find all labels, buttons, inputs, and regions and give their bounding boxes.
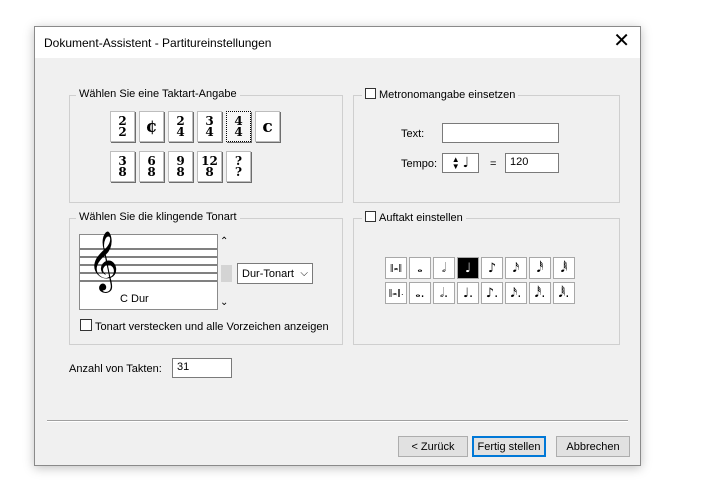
- pickup-checkbox-label: Auftakt einstellen: [379, 212, 463, 224]
- time-signature-fraction: 98: [176, 155, 185, 179]
- key-staff-preview: 𝄞 C Dur: [79, 231, 218, 310]
- separator: [47, 420, 628, 422]
- key-legend: Wählen Sie die klingende Tonart: [76, 211, 240, 223]
- metronome-legend[interactable]: Metronomangabe einsetzen: [362, 88, 519, 101]
- pickup-note-button[interactable]: 𝅝: [409, 257, 431, 279]
- hide-key-row[interactable]: Tonart verstecken und alle Vorzeichen an…: [80, 319, 329, 333]
- measures-input[interactable]: 31: [172, 358, 232, 378]
- time-signature-button[interactable]: 34: [197, 111, 222, 142]
- time-signature-button[interactable]: ??: [226, 151, 251, 182]
- time-signature-button[interactable]: 98: [168, 151, 193, 182]
- time-signature-denominator: 8: [205, 164, 214, 179]
- time-signature-denominator: 8: [118, 164, 127, 179]
- pickup-note-button[interactable]: 𝅘𝅥𝅯: [505, 257, 527, 279]
- title-bar: Dokument-Assistent - Partitureinstellung…: [35, 27, 640, 58]
- treble-clef-icon: 𝄞: [88, 231, 119, 291]
- time-signature-button[interactable]: 68: [139, 151, 164, 182]
- time-signature-fraction: 22: [118, 115, 127, 139]
- time-signature-button[interactable]: 38: [110, 151, 135, 182]
- time-signature-fraction: ??: [234, 155, 243, 179]
- key-scroll-up-icon[interactable]: ⌃: [220, 236, 228, 247]
- tempo-value-input[interactable]: 120: [505, 153, 559, 173]
- time-signature-legend: Wählen Sie eine Taktart-Angabe: [76, 88, 240, 100]
- tempo-label: Tempo:: [401, 158, 438, 170]
- close-icon[interactable]: ✕: [613, 31, 630, 51]
- key-scroll-thumb[interactable]: [221, 265, 232, 282]
- pickup-note-button[interactable]: ♩: [457, 257, 479, 279]
- time-signature-button[interactable]: ¢: [139, 111, 164, 142]
- equals-sign: =: [490, 158, 497, 170]
- pickup-legend[interactable]: Auftakt einstellen: [362, 211, 466, 224]
- time-signature-denominator: 4: [234, 124, 243, 139]
- chevron-down-icon: ⌵: [300, 268, 308, 279]
- updown-icon: ▲ ▼: [451, 155, 460, 171]
- pickup-note-button[interactable]: 𝅘𝅥𝅰.: [529, 282, 551, 304]
- time-signature-denominator: 4: [205, 124, 214, 139]
- pickup-note-button[interactable]: 𝅝.: [409, 282, 431, 304]
- mode-dropdown[interactable]: Dur-Tonart ⌵: [237, 263, 313, 284]
- pickup-note-button[interactable]: 𝅘𝅥𝅰: [529, 257, 551, 279]
- pickup-note-button[interactable]: ‖𝅜‖.: [385, 282, 407, 304]
- time-signature-button[interactable]: c: [255, 111, 280, 142]
- pickup-checkbox[interactable]: [365, 211, 376, 222]
- time-signature-fraction: 44: [234, 115, 243, 139]
- time-signature-denominator: 4: [176, 124, 185, 139]
- metronome-checkbox[interactable]: [365, 88, 376, 99]
- window-title: Dokument-Assistent - Partitureinstellung…: [44, 36, 272, 50]
- time-signature-denominator: 2: [118, 124, 127, 139]
- pickup-note-button[interactable]: ♪.: [481, 282, 503, 304]
- time-signature-button[interactable]: 22: [110, 111, 135, 142]
- time-signature-denominator: 8: [147, 164, 156, 179]
- measures-label: Anzahl von Takten:: [69, 363, 162, 375]
- pickup-note-button[interactable]: ♪: [481, 257, 503, 279]
- quarter-note-icon: ♩: [462, 155, 470, 171]
- pickup-note-button[interactable]: 𝅗𝅥: [433, 257, 455, 279]
- mode-dropdown-value: Dur-Tonart: [242, 267, 294, 280]
- time-signature-denominator: ?: [234, 164, 243, 179]
- back-button[interactable]: < Zurück: [398, 436, 468, 457]
- cancel-button[interactable]: Abbrechen: [556, 436, 630, 457]
- pickup-note-button[interactable]: 𝅘𝅥𝅱: [553, 257, 575, 279]
- pickup-note-button[interactable]: 𝅗𝅥.: [433, 282, 455, 304]
- key-scroll-down-icon[interactable]: ⌄: [220, 297, 228, 308]
- text-label: Text:: [401, 128, 425, 140]
- time-signature-button[interactable]: 12 8: [197, 151, 222, 182]
- finish-button[interactable]: Fertig stellen: [472, 436, 546, 457]
- time-signature-fraction: 34: [205, 115, 214, 139]
- time-signature-symbol: c: [262, 116, 273, 137]
- time-signature-fraction: 38: [118, 155, 127, 179]
- text-input[interactable]: [442, 123, 559, 143]
- time-signature-button[interactable]: 24: [168, 111, 193, 142]
- time-signature-symbol: ¢: [145, 116, 158, 137]
- time-signature-fraction: 24: [176, 115, 185, 139]
- metronome-group: Metronomangabe einsetzen: [353, 88, 620, 203]
- metronome-checkbox-label: Metronomangabe einsetzen: [379, 89, 516, 101]
- time-signature-fraction: 68: [147, 155, 156, 179]
- hide-key-label: Tonart verstecken und alle Vorzeichen an…: [95, 321, 329, 333]
- pickup-note-button[interactable]: 𝅘𝅥𝅱.: [553, 282, 575, 304]
- time-signature-button[interactable]: 44: [226, 111, 251, 142]
- time-signature-fraction: 12 8: [201, 155, 218, 179]
- key-name: C Dur: [120, 293, 149, 305]
- pickup-note-button[interactable]: ♩.: [457, 282, 479, 304]
- time-signature-denominator: 8: [176, 164, 185, 179]
- pickup-note-button[interactable]: 𝅘𝅥𝅯.: [505, 282, 527, 304]
- hide-key-checkbox[interactable]: [80, 319, 92, 331]
- tempo-note-select[interactable]: ▲ ▼ ♩: [442, 153, 479, 173]
- pickup-note-button[interactable]: ‖𝅜‖: [385, 257, 407, 279]
